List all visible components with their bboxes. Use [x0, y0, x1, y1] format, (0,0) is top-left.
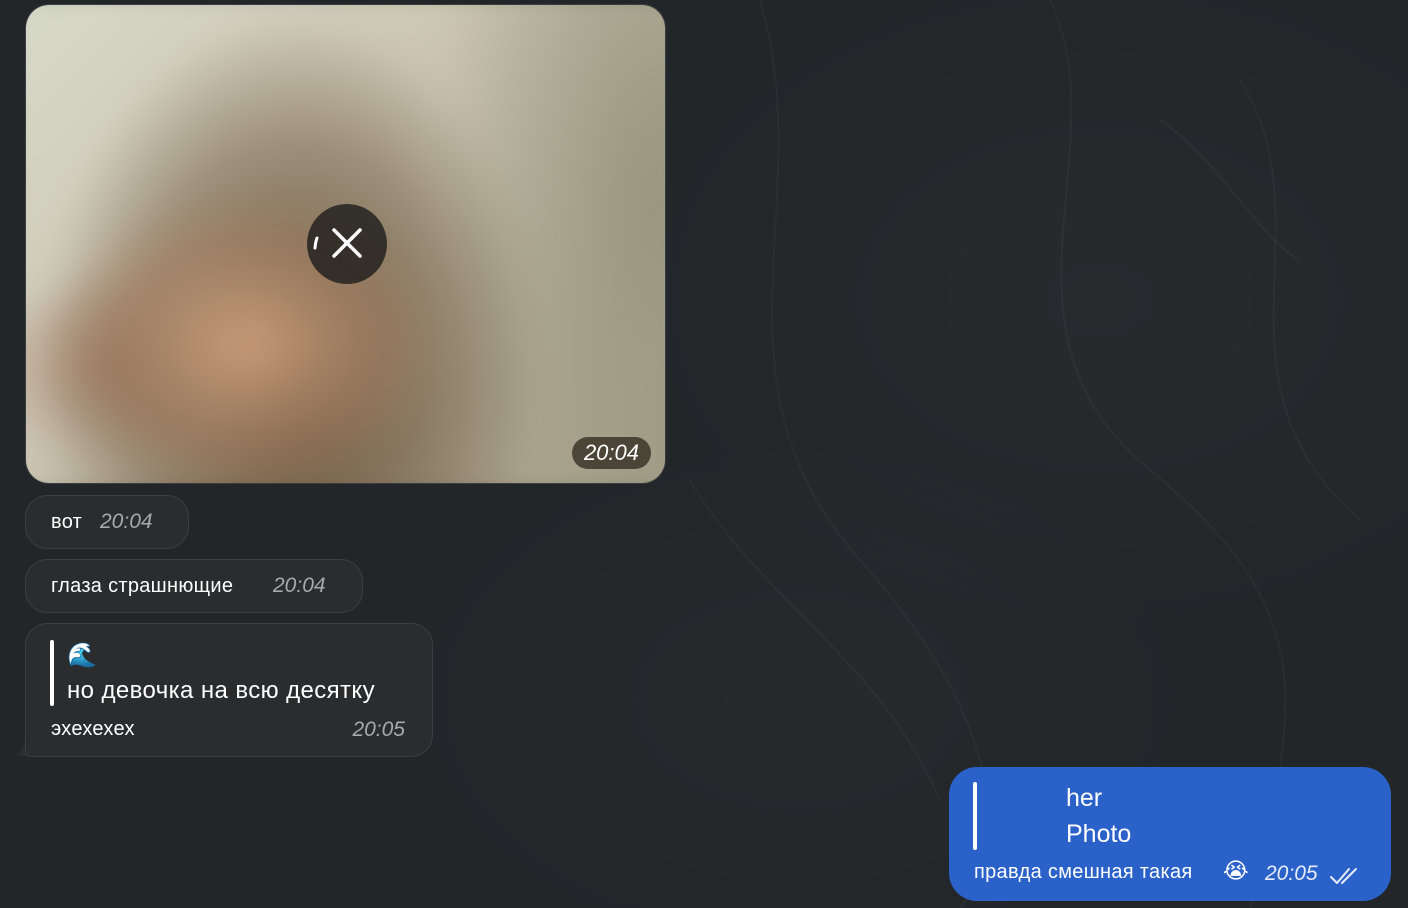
message-text: вот — [51, 511, 83, 533]
cancel-download-button[interactable] — [307, 204, 387, 284]
cancel-download-icon — [313, 228, 362, 258]
message-time: 20:04 — [273, 574, 326, 597]
quote-text: но девочка на всю десятку — [67, 677, 375, 704]
photo-message[interactable]: 20:04 — [25, 4, 666, 484]
crying-emoji: 😭 — [1223, 858, 1249, 883]
incoming-message-with-quote[interactable]: 🌊 но девочка на всю десятку эхехехех 20:… — [25, 623, 433, 757]
incoming-message[interactable]: глаза страшнющие 20:04 — [25, 559, 363, 613]
reply-title[interactable]: her — [1066, 784, 1102, 813]
reply-subtitle[interactable]: Photo — [1066, 820, 1131, 849]
double-check-icon — [1330, 868, 1357, 884]
message-text: правда смешная такая — [974, 861, 1193, 883]
message-time: 20:04 — [100, 510, 153, 533]
message-time: 20:05 — [352, 718, 405, 741]
message-text: эхехехех — [51, 718, 135, 740]
quote-bar — [50, 640, 54, 706]
message-time: 20:05 — [1265, 862, 1318, 885]
message-text: глаза страшнющие — [51, 575, 234, 597]
incoming-message[interactable]: вот 20:04 — [25, 495, 189, 549]
reply-bar — [973, 782, 977, 850]
wave-emoji: 🌊 — [67, 642, 97, 669]
outgoing-message[interactable]: her Photo правда смешная такая 😭 20:05 — [949, 767, 1391, 901]
message-time: 20:04 — [571, 437, 651, 469]
